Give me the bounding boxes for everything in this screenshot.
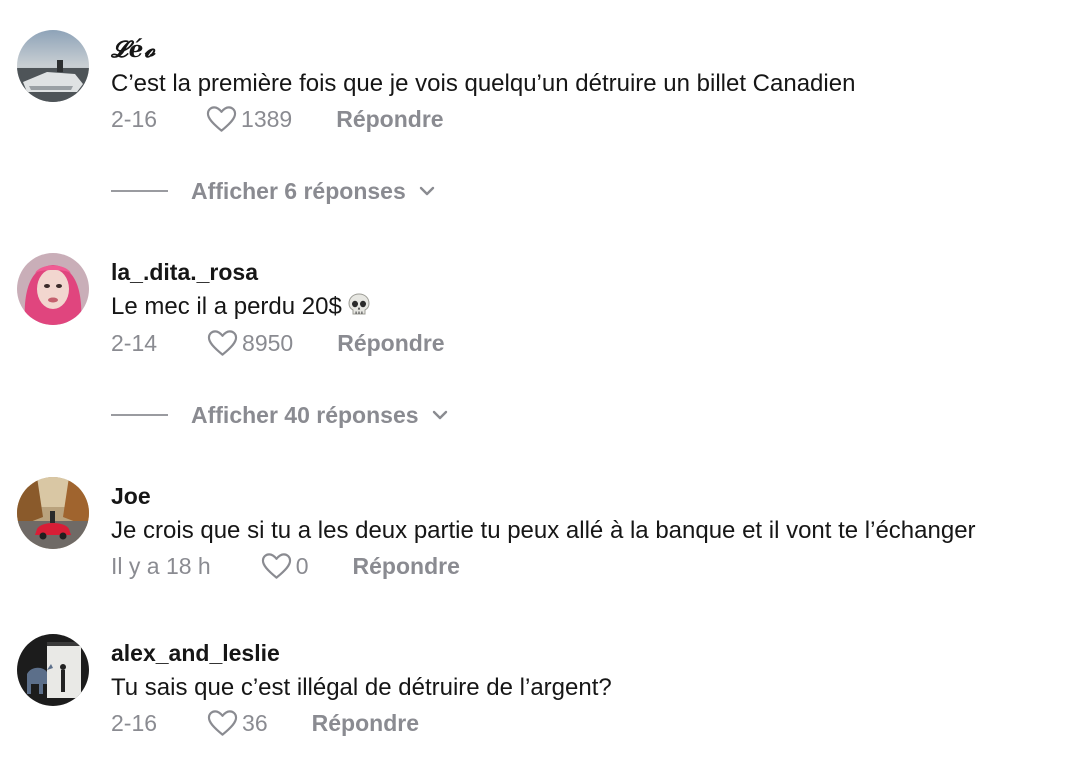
reply-button[interactable]: Répondre: [336, 106, 443, 133]
heart-outline-icon: [261, 553, 291, 579]
reply-button[interactable]: Répondre: [312, 710, 419, 737]
comment-username[interactable]: la_.dita._rosa: [111, 259, 258, 286]
reply-button[interactable]: Répondre: [353, 553, 460, 580]
replies-divider: [111, 190, 168, 192]
comment-text: Je crois que si tu a les deux partie tu …: [111, 517, 976, 544]
comment-username[interactable]: 𝓛é𝓸: [111, 36, 156, 63]
like-button[interactable]: 1389: [206, 105, 292, 133]
view-replies-label: Afficher 6 réponses: [191, 177, 406, 204]
chevron-down-icon: [419, 186, 434, 196]
avatar[interactable]: [17, 253, 89, 325]
comment-meta: 2-16 36 Répondre: [111, 707, 419, 739]
comment-date: 2-16: [111, 105, 158, 132]
like-count: 36: [242, 709, 268, 736]
heart-outline-icon: [206, 106, 237, 132]
avatar-image: [17, 634, 89, 706]
comment-text: Tu sais que c’est illégal de détruire de…: [111, 674, 612, 701]
like-button[interactable]: 36: [207, 709, 268, 737]
avatar[interactable]: [17, 634, 89, 706]
like-count: 8950: [242, 329, 294, 356]
avatar-image: [17, 30, 89, 102]
comment-meta: 2-16 1389 Répondre: [111, 103, 444, 135]
chevron-down-icon: [432, 410, 447, 420]
view-replies-label: Afficher 40 réponses: [191, 401, 419, 428]
comment-date: Il y a 18 h: [111, 552, 211, 579]
comment-meta: 2-14 8950 Répondre: [111, 327, 445, 359]
view-replies-button[interactable]: Afficher 6 réponses: [111, 175, 436, 207]
comment-text: Le mec il a perdu 20$: [111, 293, 342, 320]
comment-username[interactable]: Joe: [111, 483, 151, 510]
comment-meta: Il y a 18 h 0 Répondre: [111, 550, 460, 582]
skull-emoji-icon: [348, 293, 370, 315]
like-button[interactable]: 0: [261, 552, 309, 580]
comment-date: 2-14: [111, 329, 158, 356]
reply-button[interactable]: Répondre: [337, 330, 444, 357]
avatar[interactable]: [17, 30, 89, 102]
heart-outline-icon: [207, 330, 238, 356]
like-count: 1389: [241, 105, 293, 132]
avatar[interactable]: [17, 477, 89, 549]
comment-username[interactable]: alex_and_leslie: [111, 640, 280, 667]
heart-outline-icon: [207, 710, 238, 736]
avatar-image: [17, 253, 89, 325]
like-count: 0: [295, 552, 309, 579]
comment-date: 2-16: [111, 709, 158, 736]
replies-divider: [111, 414, 168, 416]
avatar-image: [17, 477, 89, 549]
comment-text-row: Le mec il a perdu 20$: [111, 293, 370, 321]
like-button[interactable]: 8950: [207, 329, 293, 357]
view-replies-button[interactable]: Afficher 40 réponses: [111, 399, 449, 431]
comment-text: C’est la première fois que je vois quelq…: [111, 70, 856, 97]
